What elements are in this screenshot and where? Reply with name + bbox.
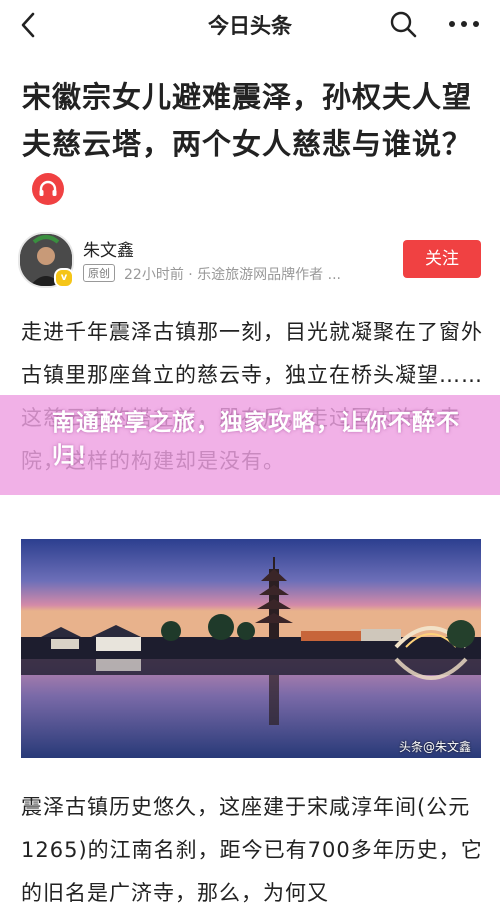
article-photo[interactable] [21,539,481,758]
promo-banner-text[interactable]: 南通醉享之旅，独家攻略，让你不醉不归！ [52,407,472,473]
app-title: 今日头条 [208,14,292,38]
author-name[interactable]: 朱文鑫 [83,236,134,261]
verified-badge-icon: v [54,268,74,288]
photo-credit: 头条@朱文鑫 [399,740,472,754]
original-badge: 原创 [83,264,115,282]
audio-play-icon[interactable] [32,173,64,205]
article-title-text: 宋徽宗女儿避难震泽，孙权夫人望夫慈云塔，两个女人慈悲与谁说？ [22,80,473,161]
town-pagoda-photo [21,539,481,758]
search-icon[interactable] [388,9,418,39]
follow-button[interactable]: 关注 [403,240,481,278]
article-meta: 22小时前 · 乐途旅游网品牌作者 ... [124,267,341,283]
article-paragraph-2: 震泽古镇历史悠久，这座建于宋咸淳年间(公元1265)的江南名刹，距今已有700多… [21,795,483,905]
article-title: 宋徽宗女儿避难震泽，孙权夫人望夫慈云塔，两个女人慈悲与谁说？ [22,74,482,215]
more-options-icon[interactable] [446,9,482,39]
top-nav-bar: 今日头条 [0,0,500,50]
